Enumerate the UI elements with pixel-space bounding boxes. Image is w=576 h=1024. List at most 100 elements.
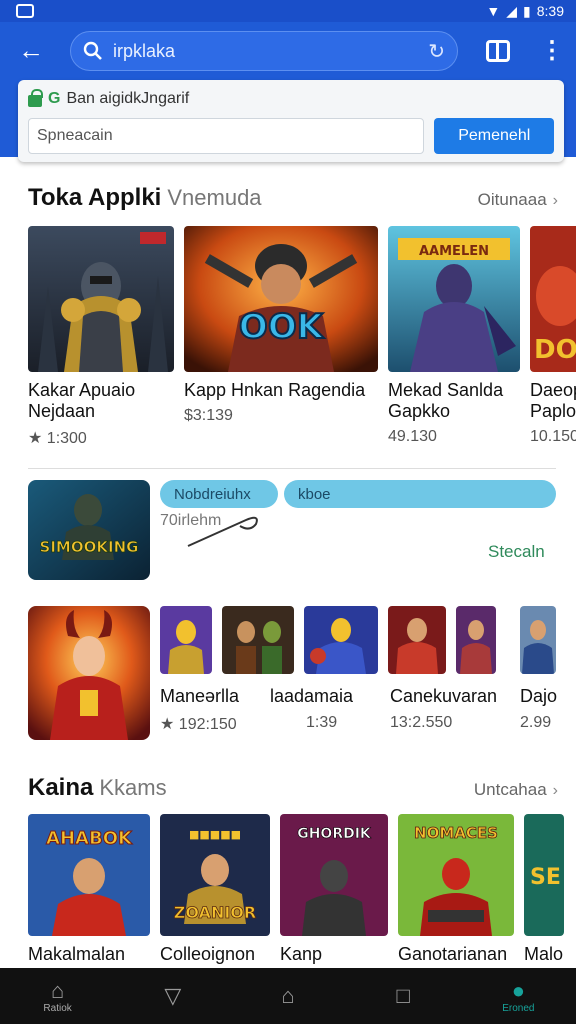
section-title: Kaina <box>28 774 94 801</box>
mini-artwork <box>388 606 446 674</box>
nav-item-back[interactable]: ▽ <box>133 984 213 1008</box>
promo-link[interactable]: Stecaln <box>488 542 545 562</box>
home-icon: ⌂ <box>50 977 65 1003</box>
refresh-icon[interactable]: ↻ <box>428 39 445 64</box>
scribble-arrow-icon <box>187 516 258 547</box>
mini-thumb[interactable] <box>520 606 556 674</box>
poster-logo: AHABOK <box>46 828 133 849</box>
notification-app-icon <box>16 4 34 18</box>
featured-price: 13:2.550 <box>390 714 453 731</box>
featured-title: laadamaia <box>270 686 354 706</box>
app-thumbnail: OOK <box>184 226 378 372</box>
mini-artwork <box>160 606 212 674</box>
featured-title: Dajo <box>520 686 558 706</box>
promo-chip[interactable]: Nobdreiuhx <box>160 480 278 508</box>
section-subtitle: Vnemuda <box>167 185 262 210</box>
game-thumbnail: SE <box>524 814 564 936</box>
tabs-icon[interactable] <box>486 40 510 62</box>
app-card[interactable]: DO Daeop Paplo 10.150 <box>530 226 576 446</box>
status-bar: ▼ ◢ ▮ 8:39 <box>0 0 576 22</box>
mini-thumb[interactable] <box>388 606 446 674</box>
game-title: Colleoignon <box>160 944 256 964</box>
signal-icon: ◢ <box>506 2 518 19</box>
back-arrow-icon[interactable]: ← <box>18 34 50 66</box>
poster-logo: NOMACES <box>414 824 498 842</box>
featured-price: 2.99 <box>520 714 552 731</box>
chevron-right-icon: › <box>552 192 558 209</box>
mini-thumbnail <box>456 606 496 674</box>
search-icon <box>83 41 102 60</box>
mini-thumbnail <box>388 606 446 674</box>
bottom-navigation: ⌂ Ratiok ▽ ⌂ □ ● Eroned <box>0 968 576 1024</box>
screen: ▼ ◢ ▮ 8:39 ← irpklaka ↻ ⋮ G Ban aigidkJn… <box>0 0 576 1024</box>
game-card[interactable]: ■■■■■ ZOANIOR Colleoignon <box>160 814 270 965</box>
mini-artwork <box>456 606 496 674</box>
section-title-group: Kaina Kkams <box>28 774 167 802</box>
see-more-link[interactable]: Oitunaaa › <box>478 190 558 210</box>
go-button[interactable]: Pemenehl <box>434 118 554 154</box>
app-card[interactable]: Kakar Apuaio Nejdaan ★ 1:300 <box>28 226 174 448</box>
game-card[interactable]: NOMACES Ganotarianan <box>398 814 514 965</box>
promo-thumbnail[interactable]: SIMOOKING <box>28 480 150 580</box>
app-thumbnail <box>28 226 174 372</box>
section-title-group: Toka Applki Vnemuda <box>28 184 262 212</box>
site-label: Ban aigidkJngarif <box>66 90 190 107</box>
nav-item-home[interactable]: ⌂ Ratiok <box>18 977 98 1014</box>
mini-thumb[interactable] <box>304 606 378 674</box>
app-title: Kapp Hnkan Ragendia <box>184 380 366 400</box>
nav-item-profile[interactable]: ● Eroned <box>478 977 558 1014</box>
site-favicon-icon: G <box>48 90 61 107</box>
more-vert-icon[interactable]: ⋮ <box>540 36 564 66</box>
game-card[interactable]: GHORDIK Kanp <box>280 814 388 965</box>
wifi-icon: ▼ <box>486 3 501 19</box>
status-time: 8:39 <box>536 3 564 19</box>
promo-chip[interactable]: kboe <box>284 480 556 508</box>
app-bar: ← irpklaka ↻ ⋮ G Ban aigidkJngarif Pemen… <box>0 22 576 162</box>
site-search-field[interactable] <box>28 118 425 154</box>
mini-thumb[interactable] <box>456 606 496 674</box>
poster-logo: ZOANIOR <box>174 903 256 922</box>
app-card[interactable]: AAMELEN Mekad Sanlda Gapkko 49.130 <box>388 226 520 446</box>
app-price: ★ 1:300 <box>28 430 87 447</box>
mini-artwork <box>304 606 378 674</box>
svg-text:■■■■■: ■■■■■ <box>189 828 241 841</box>
mini-thumbnail <box>520 606 556 674</box>
game-artwork: NOMACES <box>398 814 514 936</box>
game-title: Makalmalan <box>28 944 126 964</box>
mini-artwork <box>222 606 294 674</box>
mini-thumb[interactable] <box>160 606 212 674</box>
game-card[interactable]: SE Malo <box>524 814 576 965</box>
poster-logo: SIMOOKING <box>40 538 139 556</box>
see-more-link[interactable]: Untcahaa › <box>474 780 558 800</box>
game-card[interactable]: AHABOK Makalmalan <box>28 814 150 965</box>
person-icon: ● <box>511 977 525 1003</box>
site-info-card: G Ban aigidkJngarif Pemenehl <box>18 80 564 162</box>
horned-heroine-artwork <box>28 606 150 740</box>
game-artwork: AHABOK <box>28 814 150 936</box>
mini-thumb[interactable] <box>222 606 294 674</box>
mini-thumbnail <box>222 606 294 674</box>
divider <box>28 468 556 469</box>
warrior-artwork: DO <box>530 226 576 372</box>
nav-label: Eroned <box>502 1002 535 1014</box>
app-title: Kakar Apuaio Nejdaan <box>28 380 136 421</box>
house-icon: ⌂ <box>281 983 295 1008</box>
game-artwork: ■■■■■ ZOANIOR <box>160 814 270 936</box>
nav-item-recents[interactable]: □ <box>363 984 443 1008</box>
poster-logo: SE <box>530 865 561 890</box>
game-thumbnail: AHABOK <box>28 814 150 936</box>
app-price: 49.130 <box>388 428 437 445</box>
section-header-top-apps: Toka Applki Vnemuda Oitunaaa › <box>28 184 558 212</box>
section-title: Toka Applki <box>28 184 162 211</box>
battery-icon: ▮ <box>523 2 531 19</box>
app-price: 10.150 <box>530 428 576 445</box>
app-thumbnail <box>28 606 150 740</box>
game-title: Malo <box>524 944 564 964</box>
nav-item-house[interactable]: ⌂ <box>248 984 328 1008</box>
app-title: Daeop Paplo <box>530 380 576 421</box>
app-card[interactable]: OOK Kapp Hnkan Ragendia $3:139 <box>184 226 378 425</box>
search-bar[interactable]: irpklaka ↻ <box>70 31 458 71</box>
featured-card[interactable] <box>28 606 150 740</box>
poster-logo: AAMELEN <box>419 244 489 259</box>
see-more-label: Oitunaaa <box>477 190 547 209</box>
